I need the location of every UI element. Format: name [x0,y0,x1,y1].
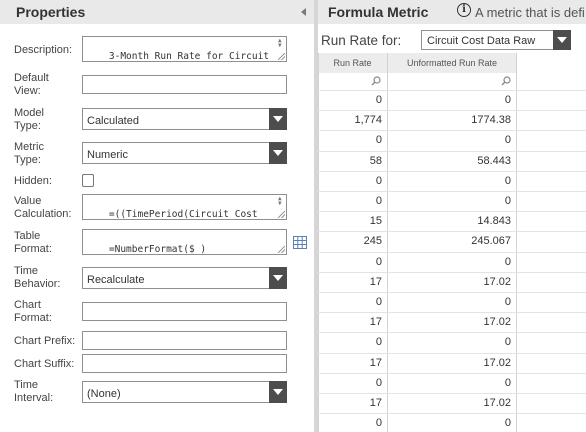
time-interval-select[interactable]: (None) [82,381,287,403]
cell-unformatted-run-rate[interactable]: 0 [388,332,511,352]
time-interval-value: (None) [87,388,121,400]
chart-prefix-field[interactable] [82,331,287,350]
model-type-value: Calculated [87,115,139,127]
properties-title: Properties [16,4,86,20]
cell-run-rate[interactable]: 17 [318,312,382,332]
cell-run-rate[interactable]: 0 [318,90,382,110]
cell-run-rate[interactable]: 0 [318,191,382,211]
description-label: Description: [14,44,73,56]
properties-panel: Properties Description: 3-Month Run Rate… [0,0,314,432]
value-calculation-label: Value Calculation: [14,195,72,220]
cell-unformatted-run-rate[interactable]: 0 [388,413,511,432]
scroll-arrows-icon[interactable]: ▲ ▼ [278,38,284,49]
description-value: 3-Month Run Rate for Circuit Charges [108,51,270,62]
cell-unformatted-run-rate[interactable]: 0 [388,191,511,211]
search-icon[interactable] [501,76,511,86]
metric-type-label: Metric Type: [14,141,44,166]
value-calculation-field[interactable]: =((TimePeriod(Circuit Cost Data Raw.Curr… [82,194,287,220]
hidden-checkbox[interactable] [82,174,94,187]
cell-unformatted-run-rate[interactable]: 17.02 [388,312,511,332]
filter-cell-unformatted-run-rate[interactable] [388,73,516,90]
table-format-label: Table Format: [14,230,52,255]
cell-unformatted-run-rate[interactable]: 17.02 [388,272,511,292]
cell-unformatted-run-rate[interactable]: 58.443 [388,151,511,171]
cell-run-rate[interactable]: 0 [318,171,382,191]
resize-grip-icon[interactable] [278,211,285,218]
chevron-down-icon[interactable] [553,30,571,50]
search-icon[interactable] [371,76,381,86]
cell-run-rate[interactable]: 0 [318,292,382,312]
chevron-down-icon[interactable] [269,142,287,164]
cell-run-rate[interactable]: 0 [318,252,382,272]
time-behavior-value: Recalculate [87,274,145,286]
cell-unformatted-run-rate[interactable]: 1774.38 [388,110,511,130]
cell-run-rate[interactable]: 15 [318,211,382,231]
column-header-unformatted-run-rate[interactable]: Unformatted Run Rate [388,53,516,73]
table-format-value: =NumberFormat($_) [108,244,207,255]
chevron-down-icon[interactable] [269,108,287,130]
default-view-label: Default View: [14,72,49,97]
model-type-select[interactable]: Calculated [82,108,287,130]
cell-unformatted-run-rate[interactable]: 17.02 [388,353,511,373]
cell-run-rate[interactable]: 17 [318,272,382,292]
cell-run-rate[interactable]: 17 [318,353,382,373]
collapse-left-icon[interactable] [301,8,306,16]
cell-run-rate[interactable]: 1,774 [318,110,382,130]
description-field[interactable]: 3-Month Run Rate for Circuit Charges ▲▼ [82,36,287,62]
default-view-field[interactable] [82,75,287,94]
run-rate-for-select[interactable]: Circuit Cost Data Raw [421,30,571,50]
resize-grip-icon[interactable] [278,53,285,60]
time-behavior-label: Time Behavior: [14,265,61,290]
hidden-label: Hidden: [14,175,52,187]
cell-unformatted-run-rate[interactable]: 0 [388,130,511,150]
chart-suffix-label: Chart Suffix: [14,358,75,370]
chart-prefix-label: Chart Prefix: [14,335,76,347]
time-interval-label: Time Interval: [14,379,54,404]
chevron-down-icon[interactable] [269,267,287,289]
cell-unformatted-run-rate[interactable]: 14.843 [388,211,511,231]
filter-cell-run-rate[interactable] [318,73,387,90]
model-type-label: Model Type: [14,107,44,132]
cell-unformatted-run-rate[interactable]: 0 [388,171,511,191]
cell-run-rate[interactable]: 0 [318,332,382,352]
chart-format-field[interactable] [82,302,287,321]
run-rate-for-label: Run Rate for: [321,33,402,48]
cell-run-rate[interactable]: 0 [318,413,382,432]
properties-header: Properties [0,0,314,24]
table-grid-icon[interactable] [293,236,307,249]
metric-type-value: Numeric [87,149,128,161]
cell-unformatted-run-rate[interactable]: 0 [388,252,511,272]
cell-run-rate[interactable]: 17 [318,393,382,413]
column-header-run-rate[interactable]: Run Rate [318,53,387,73]
chevron-down-icon[interactable] [269,381,287,403]
cell-run-rate[interactable]: 58 [318,151,382,171]
value-calculation-value: =((TimePeriod(Circuit Cost Data Raw.Curr… [108,209,258,220]
cell-run-rate[interactable]: 0 [318,130,382,150]
chart-format-label: Chart Format: [14,299,52,324]
results-grid: Run Rate Unformatted Run Rate 0 0 1,774 177… [318,53,586,432]
cell-run-rate[interactable]: 0 [318,373,382,393]
metric-type-select[interactable]: Numeric [82,142,287,164]
formula-metric-panel: Formula Metric i A metric that is defi R… [318,0,586,432]
resize-grip-icon[interactable] [278,246,285,253]
formula-metric-title: Formula Metric [328,4,429,20]
formula-metric-header: Formula Metric i A metric that is defi [318,0,586,24]
run-rate-for-value: Circuit Cost Data Raw [427,35,536,47]
cell-run-rate[interactable]: 245 [318,231,382,251]
cell-unformatted-run-rate[interactable]: 0 [388,90,511,110]
cell-unformatted-run-rate[interactable]: 17.02 [388,393,511,413]
chart-suffix-field[interactable] [82,354,287,373]
cell-unformatted-run-rate[interactable]: 245.067 [388,231,511,251]
cell-unformatted-run-rate[interactable]: 0 [388,373,511,393]
formula-metric-info: A metric that is defi [475,5,585,20]
info-icon[interactable]: i [457,3,471,17]
cell-unformatted-run-rate[interactable]: 0 [388,292,511,312]
table-format-field[interactable]: =NumberFormat($_) [82,229,287,255]
scroll-arrows-icon[interactable]: ▲ ▼ [278,196,284,207]
time-behavior-select[interactable]: Recalculate [82,267,287,289]
